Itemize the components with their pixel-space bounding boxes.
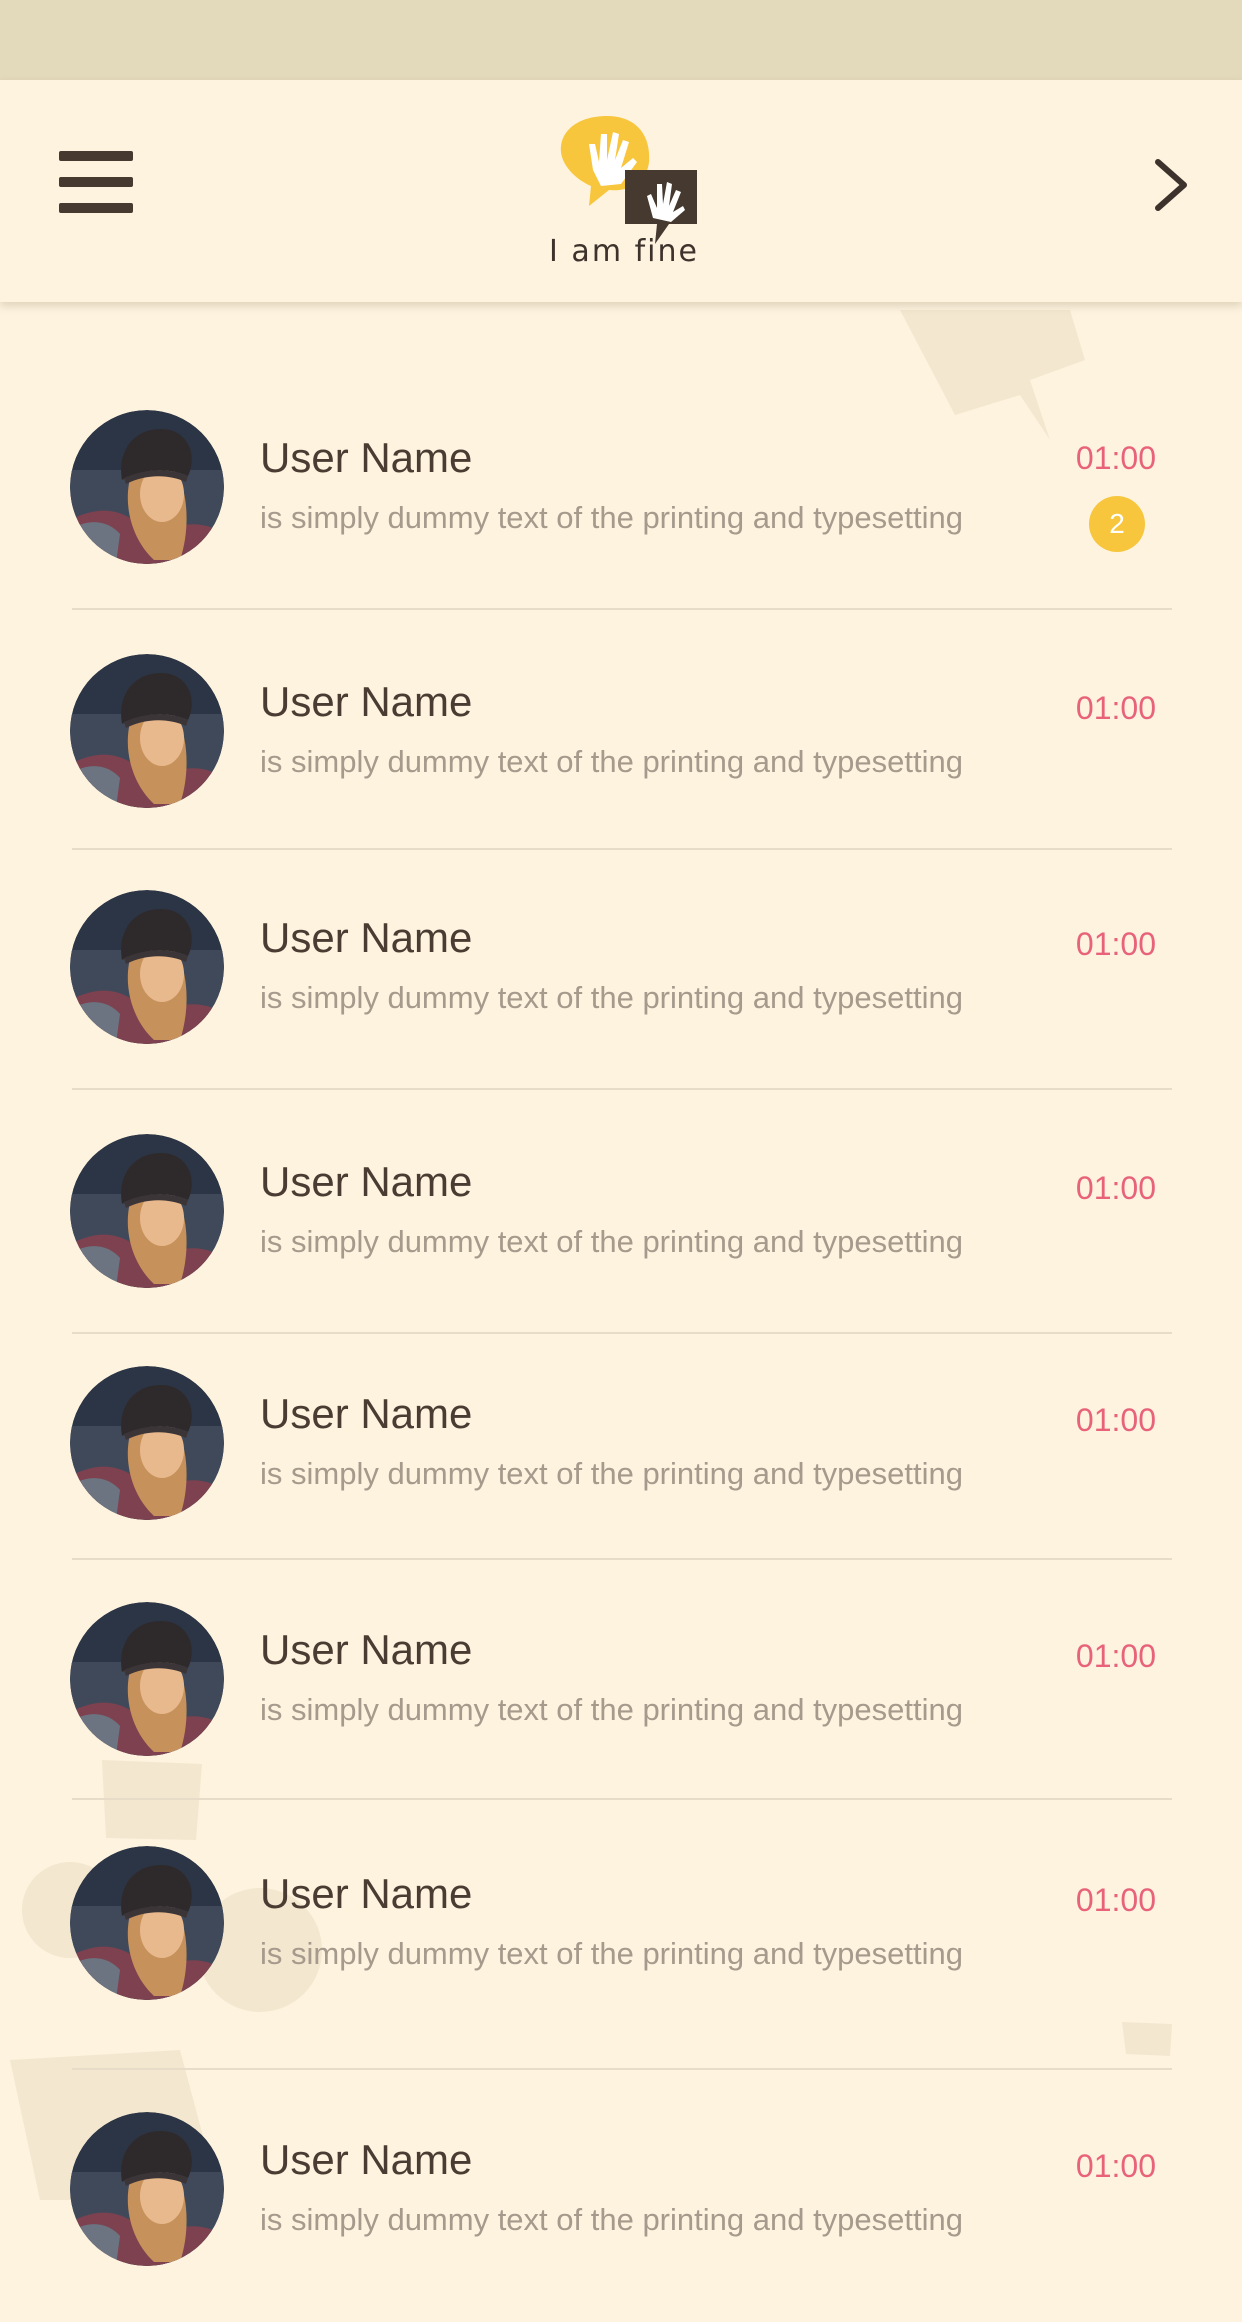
avatar[interactable] — [70, 1366, 224, 1520]
row-divider — [72, 1558, 1172, 1560]
message-preview: is simply dummy text of the printing and… — [260, 2202, 963, 2237]
conversation-row[interactable]: User Name is simply dummy text of the pri… — [0, 1346, 1242, 1576]
avatar[interactable] — [70, 410, 224, 564]
row-divider — [72, 848, 1172, 850]
profile-photo — [70, 2112, 224, 2266]
message-time: 01:00 — [1075, 440, 1156, 476]
message-preview: is simply dummy text of the printing and… — [260, 1936, 963, 1971]
message-preview: is simply dummy text of the printing and… — [260, 1692, 963, 1727]
message-preview: is simply dummy text of the printing and… — [260, 1224, 963, 1259]
conversation-row[interactable]: User Name is simply dummy text of the pri… — [0, 634, 1242, 864]
profile-photo — [70, 1366, 224, 1520]
avatar[interactable] — [70, 1602, 224, 1756]
message-time: 01:00 — [1075, 1402, 1156, 1438]
conversation-row[interactable]: User Name is simply dummy text of the pri… — [0, 2092, 1242, 2322]
unread-badge: 2 — [1089, 496, 1145, 552]
profile-photo — [70, 1846, 224, 2000]
row-divider — [72, 1332, 1172, 1334]
logo-text: I am fine — [549, 234, 699, 269]
message-preview: is simply dummy text of the printing and… — [260, 500, 963, 535]
profile-photo — [70, 410, 224, 564]
user-name: User Name — [260, 1870, 473, 1917]
app-header: I am fine — [0, 80, 1242, 302]
conversation-row[interactable]: User Name is simply dummy text of the pri… — [0, 1826, 1242, 2056]
user-name: User Name — [260, 1158, 473, 1205]
conversation-row[interactable]: User Name is simply dummy text of the pri… — [0, 390, 1242, 620]
conversation-row[interactable]: User Name is simply dummy text of the pri… — [0, 870, 1242, 1100]
message-time: 01:00 — [1075, 1638, 1156, 1674]
row-divider — [72, 1798, 1172, 1800]
conversation-row[interactable]: User Name is simply dummy text of the pri… — [0, 1114, 1242, 1344]
hamburger-menu-icon[interactable] — [48, 140, 144, 224]
message-preview: is simply dummy text of the printing and… — [260, 1456, 963, 1491]
user-name: User Name — [260, 1626, 473, 1673]
avatar[interactable] — [70, 1846, 224, 2000]
user-name: User Name — [260, 678, 473, 725]
profile-photo — [70, 890, 224, 1044]
avatar[interactable] — [70, 2112, 224, 2266]
row-divider — [72, 608, 1172, 610]
profile-photo — [70, 654, 224, 808]
user-name: User Name — [260, 434, 473, 481]
avatar[interactable] — [70, 890, 224, 1044]
user-name: User Name — [260, 2136, 473, 2183]
message-time: 01:00 — [1075, 926, 1156, 962]
status-bar — [0, 0, 1242, 80]
message-time: 01:00 — [1075, 1170, 1156, 1206]
user-name: User Name — [260, 914, 473, 961]
message-preview: is simply dummy text of the printing and… — [260, 980, 963, 1015]
message-preview: is simply dummy text of the printing and… — [260, 744, 963, 779]
user-name: User Name — [260, 1390, 473, 1437]
profile-photo — [70, 1602, 224, 1756]
avatar[interactable] — [70, 1134, 224, 1288]
message-time: 01:00 — [1075, 1882, 1156, 1918]
conversation-row[interactable]: User Name is simply dummy text of the pri… — [0, 1582, 1242, 1812]
waving-hands-logo-icon — [560, 116, 697, 244]
avatar[interactable] — [70, 654, 224, 808]
row-divider — [72, 2068, 1172, 2070]
row-divider — [72, 1088, 1172, 1090]
message-time: 01:00 — [1075, 2148, 1156, 2184]
app-logo: I am fine — [549, 114, 699, 274]
profile-photo — [70, 1134, 224, 1288]
chevron-right-icon[interactable] — [1142, 150, 1202, 220]
message-time: 01:00 — [1075, 690, 1156, 726]
